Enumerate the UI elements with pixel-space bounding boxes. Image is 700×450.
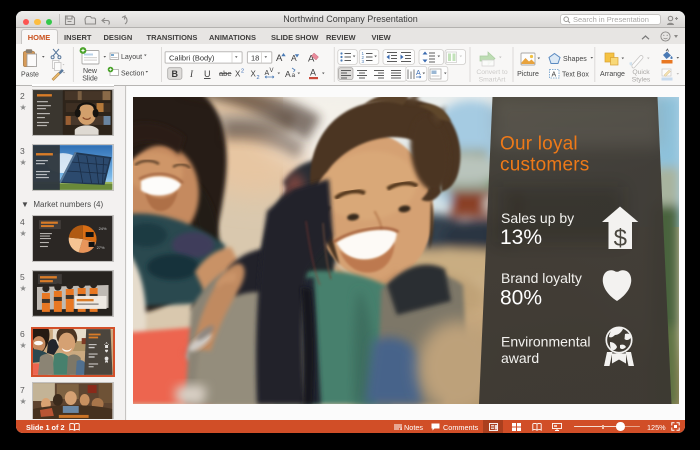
svg-text:Shapes: Shapes: [563, 56, 587, 63]
svg-text:27%: 27%: [97, 244, 105, 249]
svg-text:SmartArt: SmartArt: [479, 77, 506, 84]
svg-text:award: award: [501, 350, 539, 366]
svg-text:Picture: Picture: [517, 71, 539, 78]
svg-text:13%: 13%: [500, 226, 542, 249]
svg-text:a: a: [292, 72, 296, 79]
svg-text:Quick: Quick: [632, 69, 650, 76]
svg-text:A: A: [276, 53, 283, 64]
svg-text:Styles: Styles: [632, 77, 651, 84]
svg-text:Environmental: Environmental: [501, 334, 591, 350]
svg-text:Layout: Layout: [121, 54, 142, 61]
svg-text:Calibri (Body): Calibri (Body): [169, 53, 215, 62]
svg-text:B: B: [172, 69, 179, 79]
svg-text:2: 2: [241, 69, 244, 75]
svg-text:V: V: [270, 68, 274, 74]
svg-text:Paste: Paste: [21, 72, 39, 79]
svg-text:24%: 24%: [99, 226, 107, 231]
svg-text:2: 2: [257, 75, 260, 81]
svg-text:Brand loyalty: Brand loyalty: [501, 270, 582, 286]
svg-text:abe: abe: [219, 69, 232, 78]
svg-text:Sales up by: Sales up by: [501, 210, 574, 226]
svg-text:Section: Section: [121, 71, 144, 78]
svg-text:18: 18: [251, 53, 259, 62]
svg-text:customers: customers: [500, 155, 589, 176]
svg-text:80%: 80%: [500, 287, 542, 310]
svg-text:A: A: [310, 68, 316, 78]
svg-text:I: I: [189, 69, 194, 79]
svg-text:U: U: [204, 69, 211, 79]
svg-text:A: A: [552, 72, 557, 79]
svg-text:Text Box: Text Box: [562, 72, 589, 79]
svg-text:Slide: Slide: [82, 76, 98, 83]
svg-text:A: A: [285, 69, 291, 79]
svg-text:A: A: [416, 70, 421, 77]
svg-text:Arrange: Arrange: [600, 71, 625, 78]
svg-text:Convert to: Convert to: [476, 69, 508, 76]
svg-text:$: $: [613, 225, 626, 252]
svg-text:Our loyal: Our loyal: [500, 134, 578, 155]
svg-text:New: New: [83, 68, 98, 75]
